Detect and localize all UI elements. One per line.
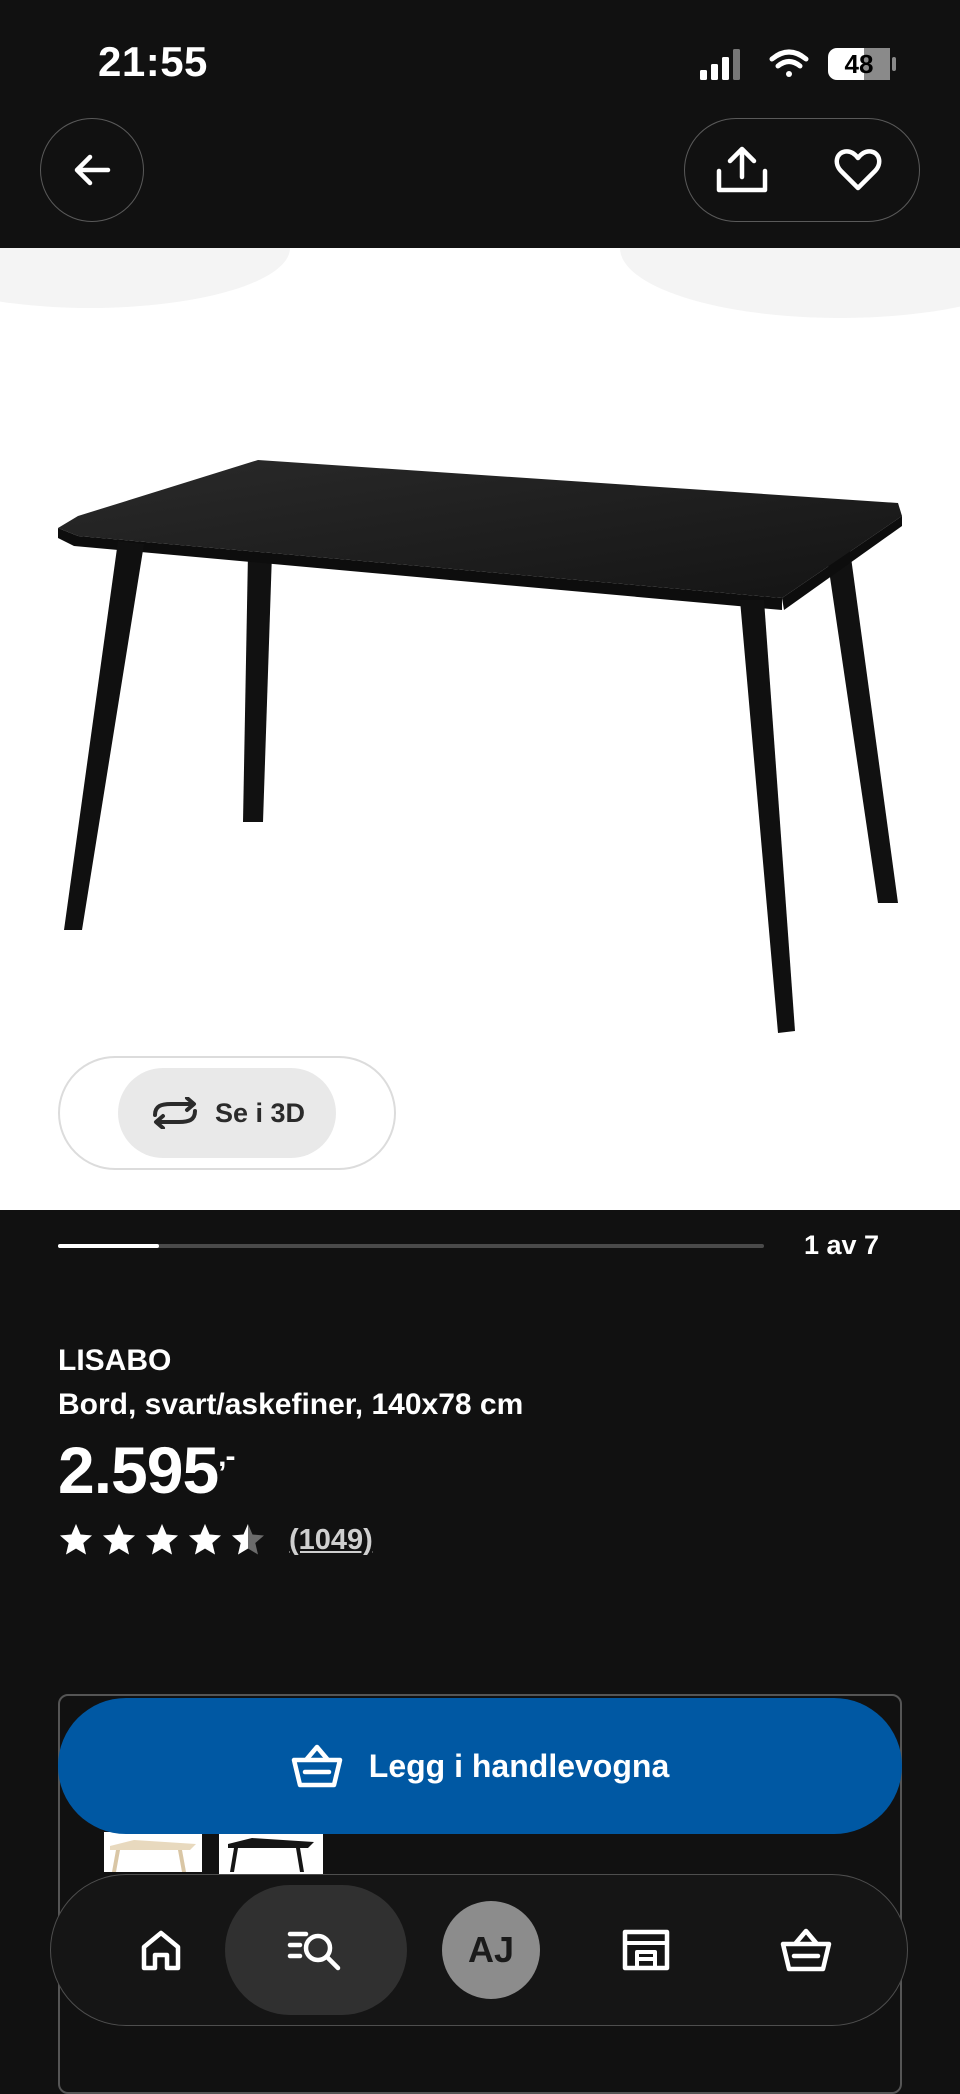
- wifi-icon: [769, 49, 809, 77]
- star-icon: [146, 1524, 178, 1555]
- header-actions: [684, 118, 920, 222]
- variant-thumbnail[interactable]: [104, 1832, 202, 1872]
- nav-profile[interactable]: AJ: [431, 1875, 551, 2025]
- view-3d-label: Se i 3D: [214, 1097, 306, 1128]
- back-button[interactable]: [40, 118, 144, 222]
- status-icons: 48: [700, 44, 940, 84]
- product-image-gallery[interactable]: Se i 3D: [0, 248, 960, 1210]
- review-count-link[interactable]: (1049): [289, 1524, 373, 1557]
- nav-home[interactable]: [111, 1875, 211, 2025]
- product-price: 2.595,-: [58, 1432, 236, 1508]
- view-3d-button[interactable]: Se i 3D: [118, 1068, 336, 1158]
- star-icon: [189, 1524, 221, 1555]
- share-button[interactable]: [705, 133, 779, 207]
- share-icon: [716, 146, 768, 193]
- home-icon: [141, 1930, 181, 1971]
- avatar: AJ: [442, 1901, 540, 1999]
- price-value: 2.595: [58, 1433, 219, 1507]
- pager-progress: [58, 1244, 159, 1248]
- rating[interactable]: (1049): [58, 1520, 373, 1560]
- basket-icon: [291, 1744, 343, 1788]
- rating-stars: [58, 1522, 273, 1558]
- gallery-pager: [58, 1244, 764, 1248]
- add-to-cart-button[interactable]: Legg i handlevogna: [58, 1698, 902, 1834]
- nav-cart[interactable]: [751, 1875, 861, 2025]
- arrow-left-icon: [74, 154, 111, 186]
- rotate-icon: [152, 1097, 197, 1129]
- variant-image: [110, 1840, 196, 1872]
- nav-search[interactable]: [225, 1875, 407, 2025]
- view-3d-container: Se i 3D: [58, 1056, 396, 1170]
- add-to-cart-label: Legg i handlevogna: [368, 1747, 670, 1784]
- product-name: LISABO: [58, 1344, 172, 1377]
- star-icon: [232, 1524, 264, 1555]
- status-time: 21:55: [98, 38, 208, 85]
- product-description: Bord, svart/askefiner, 140x78 cm: [58, 1388, 524, 1421]
- basket-icon: [780, 1928, 832, 1972]
- nav-store[interactable]: [591, 1875, 701, 2025]
- store-icon: [622, 1929, 670, 1971]
- bottom-nav: AJ: [50, 1874, 908, 2026]
- star-icon: [103, 1524, 135, 1555]
- variant-thumbnail-selected[interactable]: [219, 1829, 323, 1875]
- price-suffix: ,-: [218, 1440, 235, 1473]
- signal-icon: [700, 49, 740, 80]
- search-list-icon: [287, 1931, 341, 1971]
- variant-image: [228, 1838, 314, 1872]
- pager-label: 1 av 7: [804, 1230, 880, 1260]
- star-icon: [60, 1524, 92, 1555]
- heart-icon: [834, 149, 882, 191]
- favorite-button[interactable]: [821, 133, 895, 207]
- battery-level: 48: [844, 49, 874, 79]
